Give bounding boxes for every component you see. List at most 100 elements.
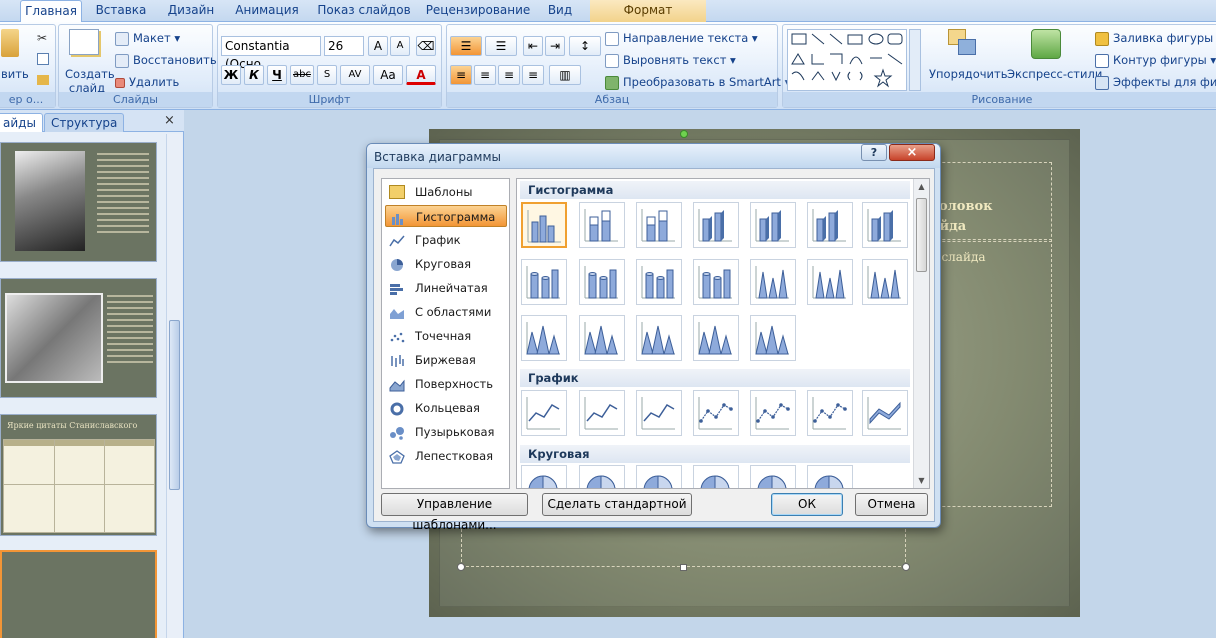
quick-styles-button[interactable]: Экспресс-стили [1007,67,1102,81]
underline-button[interactable]: Ч [267,65,287,85]
tab-slides[interactable]: айды [0,113,43,132]
tab-view[interactable]: Вид [540,0,580,22]
bullets-button[interactable]: ☰ [450,36,482,56]
cylinder-chart-option[interactable] [693,259,739,305]
cone-chart-option[interactable] [862,259,908,305]
arrange-button[interactable]: Упорядочить [929,67,1008,81]
resize-handle[interactable] [680,564,687,571]
line-markers-chart-option[interactable] [750,390,796,436]
tab-review[interactable]: Рецензирование [422,0,534,22]
numbering-button[interactable]: ☰ [485,36,517,56]
tab-format[interactable]: Формат [590,0,706,22]
shapes-scroll[interactable] [909,29,921,91]
line-chart-option[interactable] [636,390,682,436]
line-spacing-button[interactable]: ↕ [569,36,601,56]
pyramid-chart-option[interactable] [693,315,739,361]
slide-thumb-2[interactable] [0,278,157,398]
category-templates[interactable]: Шаблоны [385,181,507,203]
pie-chart-option[interactable] [579,465,625,488]
clear-format-button[interactable]: ⌫ [416,36,436,56]
column-chart-option[interactable] [521,202,567,248]
grow-font-button[interactable]: A [368,36,388,56]
line-markers-chart-option[interactable] [807,390,853,436]
decrease-indent-button[interactable]: ⇤ [523,36,543,56]
scroll-thumb[interactable] [169,320,180,490]
layout-button[interactable]: Макет ▾ [115,31,180,46]
category-bubble[interactable]: Пузырьковая [385,421,507,443]
category-doughnut[interactable]: Кольцевая [385,397,507,419]
smartart-button[interactable]: Преобразовать в SmartArt ▾ [605,75,790,90]
cone-chart-option[interactable] [807,259,853,305]
pyramid-chart-option[interactable] [521,315,567,361]
category-pie[interactable]: Круговая [385,253,507,275]
cylinder-chart-option[interactable] [636,259,682,305]
change-case-button[interactable]: Aa [373,65,403,85]
new-slide-icon[interactable] [69,29,99,55]
text-direction-button[interactable]: Направление текста ▾ [605,31,758,46]
help-button[interactable]: ? [861,144,887,161]
pyramid-chart-option[interactable] [579,315,625,361]
slides-pane-scrollbar[interactable] [166,134,182,638]
align-text-button[interactable]: Выровнять текст ▾ [605,53,736,68]
gallery-scrollbar[interactable]: ▲ ▼ [913,179,929,488]
bold-button[interactable]: Ж [221,65,241,85]
font-size-select[interactable]: 26 [324,36,364,56]
shape-outline-button[interactable]: Контур фигуры ▾ [1095,53,1216,68]
gallery-scroll-thumb[interactable] [916,198,927,272]
strikethrough-button[interactable]: abc [290,65,314,85]
cylinder-chart-option[interactable] [521,259,567,305]
shrink-font-button[interactable]: A [390,36,410,56]
text-placeholder[interactable]: т слайда [922,239,1052,507]
manage-templates-button[interactable]: Управление шаблонами... [381,493,528,532]
pyramid-chart-option[interactable] [636,315,682,361]
new-slide-button[interactable]: Создать слайд [65,67,115,95]
resize-handle[interactable] [902,563,910,571]
pyramid-chart-option[interactable] [750,315,796,361]
stacked-column-chart-option[interactable] [636,202,682,248]
close-button[interactable]: × [889,144,935,161]
category-line[interactable]: График [385,229,507,251]
3d-column-chart-option[interactable] [693,202,739,248]
category-surface[interactable]: Поверхность [385,373,507,395]
tab-outline[interactable]: Структура [44,113,125,132]
copy-icon[interactable] [37,53,49,65]
delete-button[interactable]: Удалить [115,75,179,89]
tab-design[interactable]: Дизайн [160,0,222,22]
italic-button[interactable]: К [244,65,264,85]
arrange-icon[interactable] [948,29,980,59]
shape-effects-button[interactable]: Эффекты для фигур [1095,75,1216,90]
format-painter-icon[interactable] [37,75,49,85]
font-name-select[interactable]: Constantia (Осно [221,36,321,71]
cut-icon[interactable]: ✂ [37,31,47,45]
shape-fill-button[interactable]: Заливка фигуры ▾ [1095,31,1216,46]
cylinder-chart-option[interactable] [579,259,625,305]
ok-button[interactable]: ОК [771,493,843,516]
tab-home[interactable]: Главная [20,0,82,23]
columns-button[interactable]: ▥ [549,65,581,85]
close-icon[interactable]: × [164,113,175,128]
3d-column-chart-option[interactable] [862,202,908,248]
category-column[interactable]: Гистограмма [385,205,507,227]
slide-thumb-1[interactable] [0,142,157,262]
font-color-button[interactable]: A [406,65,436,85]
paste-button[interactable]: вить [1,67,29,81]
pie-chart-option[interactable] [521,465,567,488]
tab-slideshow[interactable]: Показ слайдов [312,0,416,22]
align-left-button[interactable]: ≡ [450,65,472,85]
set-default-button[interactable]: Сделать стандартной [542,493,692,516]
category-area[interactable]: С областями [385,301,507,323]
3d-column-chart-option[interactable] [807,202,853,248]
cone-chart-option[interactable] [750,259,796,305]
align-center-button[interactable]: ≡ [474,65,496,85]
category-radar[interactable]: Лепестковая [385,445,507,467]
quick-styles-icon[interactable] [1031,29,1061,59]
pie-chart-option[interactable] [636,465,682,488]
3d-line-chart-option[interactable] [862,390,908,436]
reset-button[interactable]: Восстановить [115,53,217,68]
tab-insert[interactable]: Вставка [88,0,154,22]
paste-icon[interactable] [1,29,19,57]
tab-animation[interactable]: Анимация [228,0,306,22]
slide-thumb-3[interactable]: Яркие цитаты Станиславского [0,414,157,536]
line-chart-option[interactable] [579,390,625,436]
char-spacing-button[interactable]: AV [340,65,370,85]
